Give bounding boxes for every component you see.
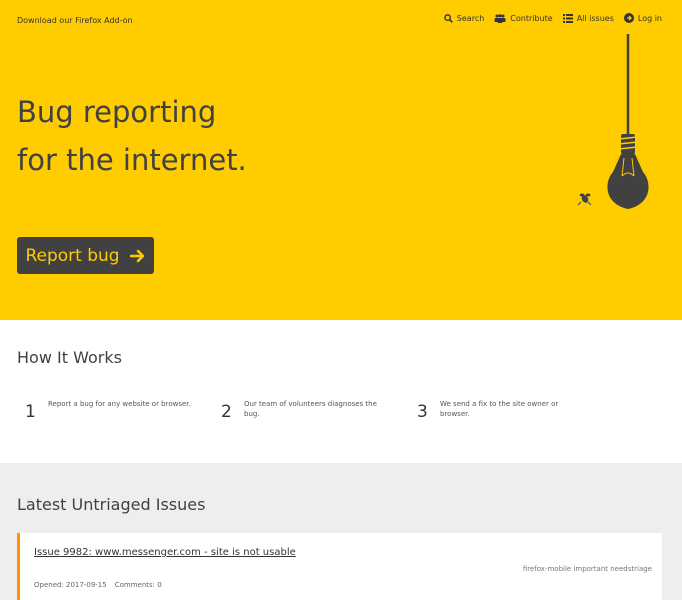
firefox-addon-link[interactable]: Download our Firefox Add-on (17, 16, 133, 25)
top-navigation: Download our Firefox Add-on Search Contr… (0, 13, 682, 29)
nav-all-issues-label: All issues (576, 13, 614, 23)
hero-title-line-1: Bug reporting (17, 95, 217, 129)
issue-card: Issue 9982: www.messenger.com - site is … (17, 533, 662, 600)
people-icon (494, 13, 506, 23)
nav-contribute-label: Contribute (510, 13, 553, 23)
step-number: 2 (221, 402, 232, 422)
search-icon (443, 13, 453, 23)
how-it-works-section: How It Works 1 Report a bug for any webs… (0, 320, 682, 463)
issue-labels: firefox-mobile important needstriage (522, 565, 652, 573)
arrow-circle-icon (623, 13, 634, 23)
nav-search[interactable]: Search (443, 13, 485, 23)
nav-log-in-label: Log in (637, 13, 662, 23)
lightbulb-illustration (577, 34, 649, 209)
latest-issues-heading: Latest Untriaged Issues (17, 495, 206, 514)
issue-title-link[interactable]: Issue 9982: www.messenger.com - site is … (34, 547, 296, 558)
step-3: 3 We send a fix to the site owner or bro… (417, 399, 585, 422)
bug-icon (577, 193, 592, 206)
report-bug-label: Report bug (25, 245, 120, 266)
arrow-right-icon (129, 249, 144, 262)
step-number: 1 (25, 402, 36, 422)
hero-title: Bug reporting for the internet. (17, 88, 247, 184)
nav-all-issues[interactable]: All issues (562, 13, 614, 23)
nav-contribute[interactable]: Contribute (494, 13, 553, 23)
issue-meta: Opened: 2017-09-15 Comments: 0 (34, 581, 162, 589)
nav-log-in[interactable]: Log in (623, 13, 662, 23)
hero-title-line-2: for the internet. (17, 143, 247, 177)
report-bug-button[interactable]: Report bug (17, 237, 154, 274)
latest-issues-section: Latest Untriaged Issues Issue 9982: www.… (0, 463, 682, 600)
issue-opened-date: Opened: 2017-09-15 (34, 581, 107, 589)
nav-search-label: Search (456, 13, 485, 23)
step-text: Report a bug for any website or browser. (48, 400, 191, 408)
step-number: 3 (417, 402, 428, 422)
nav-links: Search Contribute All issues Log in (443, 13, 662, 23)
step-text: We send a fix to the site owner or brows… (440, 400, 559, 418)
issue-comments-count: Comments: 0 (114, 581, 162, 589)
step-text: Our team of volunteers diagnoses the bug… (244, 400, 377, 418)
how-it-works-heading: How It Works (17, 348, 122, 367)
step-2: 2 Our team of volunteers diagnoses the b… (221, 399, 389, 422)
hero-section: Download our Firefox Add-on Search Contr… (0, 0, 682, 320)
step-1: 1 Report a bug for any website or browse… (25, 399, 193, 422)
list-icon (562, 13, 573, 23)
